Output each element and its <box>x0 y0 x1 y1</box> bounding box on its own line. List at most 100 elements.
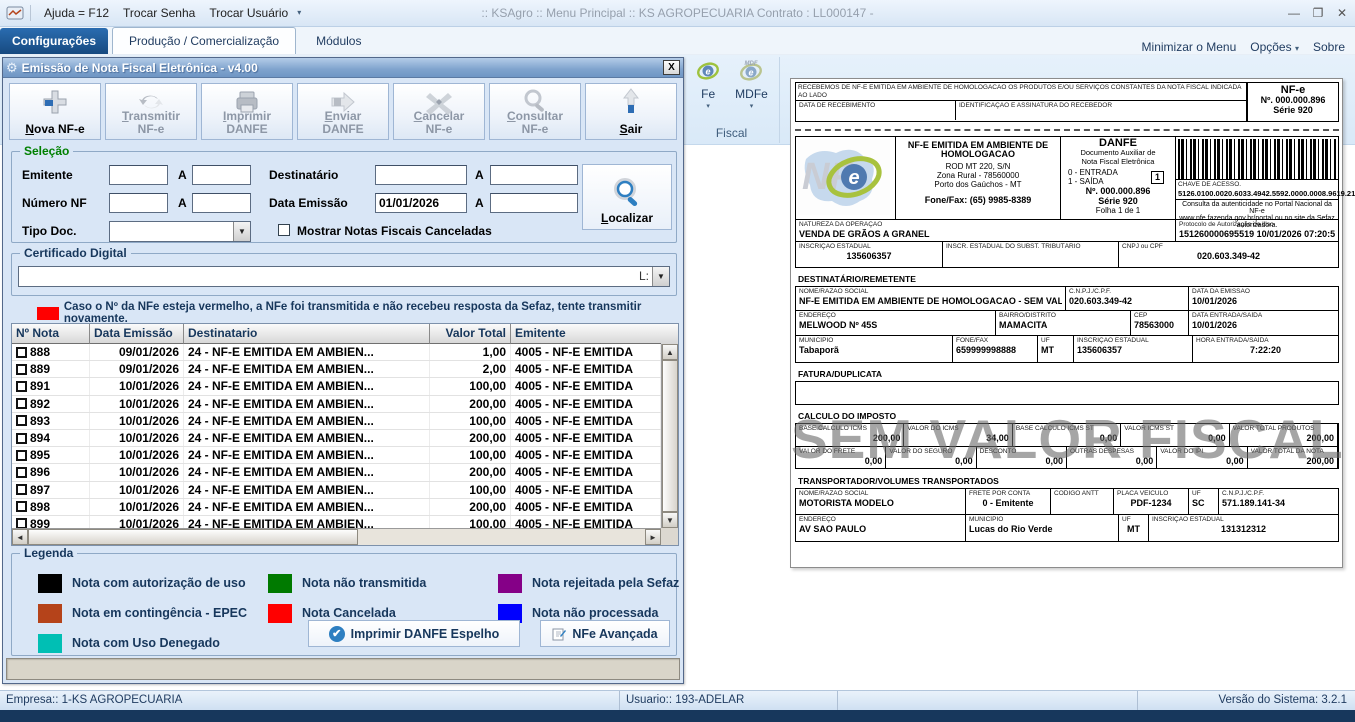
toolbar-overflow-icon[interactable]: ▾ <box>297 9 301 17</box>
transmitir-nfe-button[interactable]: Transmitir NF-e <box>105 83 197 140</box>
certificado-dropdown-icon[interactable]: ▼ <box>652 267 669 286</box>
cell-destinatario: 24 - NF-E EMITIDA EM AMBIEN... <box>184 413 430 429</box>
table-row[interactable]: 888 09/01/2026 24 - NF-E EMITIDA EM AMBI… <box>12 344 661 361</box>
menu-trocar-senha[interactable]: Trocar Senha <box>116 3 202 23</box>
table-row[interactable]: 898 10/01/2026 24 - NF-E EMITIDA EM AMBI… <box>12 499 661 516</box>
tab-configuracoes[interactable]: Configurações <box>0 28 108 54</box>
nfe-window-titlebar[interactable]: ⚙ Emissão de Nota Fiscal Eletrônica - v4… <box>3 58 683 78</box>
tipo-doc-dropdown-icon[interactable]: ▼ <box>233 222 250 241</box>
cell-data-emissao: 09/01/2026 <box>90 361 184 377</box>
horizontal-scrollbar[interactable]: ◄ ► <box>12 528 661 545</box>
restore-icon[interactable]: ❐ <box>1311 6 1325 20</box>
scroll-up-icon[interactable]: ▲ <box>662 344 678 360</box>
danfe-fatura: FATURA/DUPLICATA <box>795 367 1339 405</box>
row-checkbox[interactable] <box>16 450 27 461</box>
numero-nf-de-input[interactable] <box>109 193 168 213</box>
col-header-destinatario[interactable]: Destinatario <box>184 324 430 344</box>
minimizar-menu-link[interactable]: Minimizar o Menu <box>1142 40 1237 54</box>
table-row[interactable]: 899 10/01/2026 24 - NF-E EMITIDA EM AMBI… <box>12 516 661 528</box>
data-emissao-ate-input[interactable] <box>490 193 578 213</box>
danfe-header: NF e NF-E EMITIDA EM AMBIENTE DE HOMOLOG… <box>795 136 1339 220</box>
row-checkbox[interactable] <box>16 484 27 495</box>
numero-nf-label: Número NF <box>22 196 87 210</box>
row-checkbox[interactable] <box>16 381 27 392</box>
nfe-dropdown-icon: ▾ <box>706 102 710 110</box>
table-row[interactable]: 891 10/01/2026 24 - NF-E EMITIDA EM AMBI… <box>12 378 661 395</box>
ribbon-nfe-button[interactable]: e Fe ▾ <box>695 59 721 110</box>
table-header-row: Nº Nota Data Emissão Destinatario Valor … <box>12 324 678 344</box>
row-checkbox[interactable] <box>16 364 27 375</box>
mostrar-canceladas-checkbox[interactable] <box>278 224 290 236</box>
col-header-emitente[interactable]: Emitente <box>511 324 661 344</box>
localizar-button[interactable]: Localizar <box>582 164 672 230</box>
close-icon[interactable]: ✕ <box>1335 6 1349 20</box>
row-checkbox[interactable] <box>16 433 27 444</box>
row-checkbox[interactable] <box>16 518 27 528</box>
horizontal-scroll-thumb[interactable] <box>28 529 358 545</box>
legend-color-swatch <box>498 574 522 593</box>
destinatario-de-input[interactable] <box>375 165 467 185</box>
legend-item: Nota em contingência - EPEC <box>38 598 268 628</box>
tabbar: Configurações Produção / Comercialização… <box>0 27 1355 55</box>
cancelar-nfe-button[interactable]: Cancelar NF-e <box>393 83 485 140</box>
menu-ajuda[interactable]: Ajuda = F12 <box>37 3 116 23</box>
cell-emitente: 4005 - NF-E EMITIDA <box>511 464 661 480</box>
data-emissao-label: Data Emissão <box>269 196 348 210</box>
table-row[interactable]: 897 10/01/2026 24 - NF-E EMITIDA EM AMBI… <box>12 482 661 499</box>
tab-producao-comercializacao[interactable]: Produção / Comercialização <box>112 27 296 54</box>
imprimir-danfe-espelho-button[interactable]: ✔ Imprimir DANFE Espelho <box>308 620 520 647</box>
enviar-danfe-button[interactable]: Enviar DANFE <box>297 83 389 140</box>
nfe-window-close-button[interactable]: X <box>663 60 680 75</box>
menubar: Ajuda = F12 Trocar Senha Trocar Usuário … <box>0 0 1355 27</box>
col-header-numero[interactable]: Nº Nota <box>12 324 90 344</box>
row-checkbox[interactable] <box>16 467 27 478</box>
tab-modulos[interactable]: Módulos <box>300 28 377 54</box>
vertical-scroll-thumb[interactable] <box>662 360 678 512</box>
row-checkbox[interactable] <box>16 415 27 426</box>
cell-data-emissao: 10/01/2026 <box>90 430 184 446</box>
sair-button[interactable]: Sair <box>585 83 677 140</box>
table-row[interactable]: 889 09/01/2026 24 - NF-E EMITIDA EM AMBI… <box>12 361 661 378</box>
statusbar-empty <box>838 691 1138 710</box>
row-checkbox[interactable] <box>16 501 27 512</box>
cell-emitente: 4005 - NF-E EMITIDA <box>511 361 661 377</box>
nova-nfe-button[interactable]: Nova NF-e <box>9 83 101 140</box>
cell-numero: 894 <box>30 431 50 445</box>
col-header-data[interactable]: Data Emissão <box>90 324 184 344</box>
app-icon <box>6 6 24 20</box>
svg-text:e: e <box>749 68 754 78</box>
vertical-scrollbar[interactable]: ▲ ▼ <box>661 344 678 528</box>
tipo-doc-select[interactable]: ▼ <box>109 221 251 242</box>
sobre-link[interactable]: Sobre <box>1313 40 1345 54</box>
danfe-imposto-cell: DESCONTO 0,00 <box>977 446 1067 469</box>
table-row[interactable]: 895 10/01/2026 24 - NF-E EMITIDA EM AMBI… <box>12 447 661 464</box>
cell-destinatario: 24 - NF-E EMITIDA EM AMBIEN... <box>184 482 430 498</box>
table-row[interactable]: 894 10/01/2026 24 - NF-E EMITIDA EM AMBI… <box>12 430 661 447</box>
data-emissao-de-input[interactable] <box>375 193 467 213</box>
col-header-valor[interactable]: Valor Total <box>430 324 511 344</box>
send-arrow-icon <box>298 88 388 116</box>
row-checkbox[interactable] <box>16 347 27 358</box>
row-checkbox[interactable] <box>16 398 27 409</box>
cell-valor-total: 200,00 <box>430 464 511 480</box>
certificado-select[interactable]: L: ▼ <box>18 266 670 287</box>
scroll-left-icon[interactable]: ◄ <box>12 529 28 545</box>
table-row[interactable]: 892 10/01/2026 24 - NF-E EMITIDA EM AMBI… <box>12 396 661 413</box>
destinatario-ate-input[interactable] <box>490 165 578 185</box>
cell-numero: 898 <box>30 500 50 514</box>
menu-trocar-usuario[interactable]: Trocar Usuário <box>202 3 295 23</box>
consultar-nfe-button[interactable]: Consultar NF-e <box>489 83 581 140</box>
numero-nf-ate-input[interactable] <box>192 193 251 213</box>
opcoes-link[interactable]: Opções ▾ <box>1250 40 1299 54</box>
table-row[interactable]: 896 10/01/2026 24 - NF-E EMITIDA EM AMBI… <box>12 464 661 481</box>
emitente-de-input[interactable] <box>109 165 168 185</box>
scroll-right-icon[interactable]: ► <box>645 529 661 545</box>
minimize-icon[interactable]: — <box>1287 6 1301 20</box>
legend-color-swatch <box>268 604 292 623</box>
imprimir-danfe-button[interactable]: Imprimir DANFE <box>201 83 293 140</box>
ribbon-mdfe-button[interactable]: e MDF MDFe ▾ <box>735 59 768 110</box>
table-row[interactable]: 893 10/01/2026 24 - NF-E EMITIDA EM AMBI… <box>12 413 661 430</box>
emitente-ate-input[interactable] <box>192 165 251 185</box>
nfe-avancada-button[interactable]: NFe Avançada <box>540 620 670 647</box>
scroll-down-icon[interactable]: ▼ <box>662 512 678 528</box>
